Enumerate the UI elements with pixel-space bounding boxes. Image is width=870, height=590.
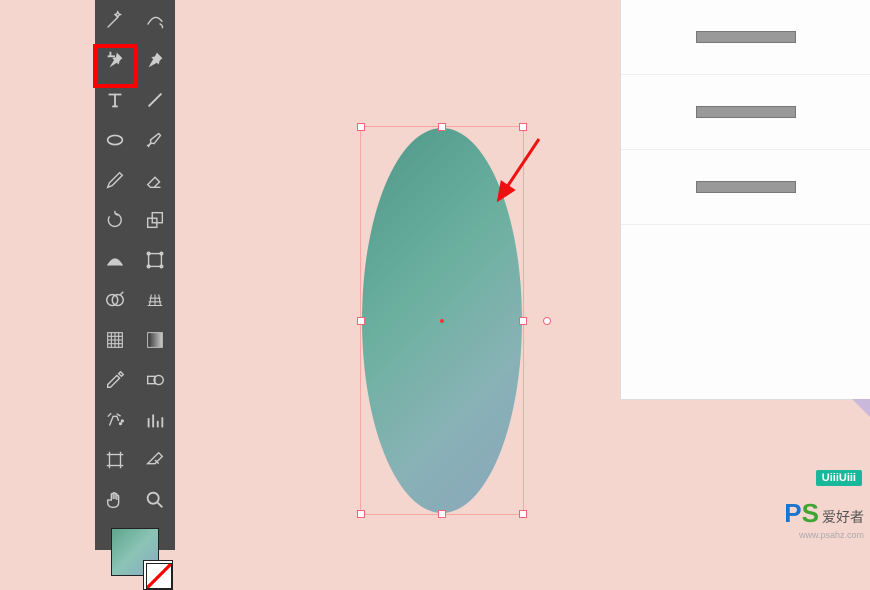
pie-handle[interactable]: [543, 317, 551, 325]
scale-tool[interactable]: [135, 200, 175, 240]
panel-row[interactable]: [621, 150, 870, 225]
handle-nw[interactable]: [357, 123, 365, 131]
handle-w[interactable]: [357, 317, 365, 325]
gradient-tool[interactable]: [135, 320, 175, 360]
type-tool[interactable]: [95, 80, 135, 120]
panel-row[interactable]: [621, 75, 870, 150]
add-anchor-point-tool[interactable]: [95, 40, 135, 80]
blend-tool[interactable]: [135, 360, 175, 400]
zoom-tool[interactable]: [135, 480, 175, 520]
handle-s[interactable]: [438, 510, 446, 518]
handle-sw[interactable]: [357, 510, 365, 518]
eraser-tool[interactable]: [135, 160, 175, 200]
stroke-swatch[interactable]: [143, 560, 173, 590]
artboard-tool[interactable]: [95, 440, 135, 480]
pen-tool[interactable]: [135, 40, 175, 80]
ellipse-tool[interactable]: [95, 120, 135, 160]
free-transform-tool[interactable]: [135, 240, 175, 280]
rotate-tool[interactable]: [95, 200, 135, 240]
fill-stroke-swatch[interactable]: [95, 528, 175, 582]
bounding-box: [360, 126, 524, 515]
panel-row[interactable]: [621, 0, 870, 75]
eyedropper-tool[interactable]: [95, 360, 135, 400]
resize-corner-icon: [852, 399, 870, 417]
center-point-icon: [440, 319, 444, 323]
handle-e[interactable]: [519, 317, 527, 325]
paintbrush-tool[interactable]: [135, 120, 175, 160]
watermark-site: PS 爱好者 www.psahz.com: [784, 498, 864, 542]
slice-tool[interactable]: [135, 440, 175, 480]
magic-wand-tool[interactable]: [95, 0, 135, 40]
line-segment-tool[interactable]: [135, 80, 175, 120]
handle-n[interactable]: [438, 123, 446, 131]
symbol-sprayer-tool[interactable]: [95, 400, 135, 440]
pencil-tool[interactable]: [95, 160, 135, 200]
toolbox: [95, 0, 175, 550]
shape-builder-tool[interactable]: [95, 280, 135, 320]
selected-shape[interactable]: [362, 128, 522, 513]
curvature-tool[interactable]: [135, 0, 175, 40]
handle-se[interactable]: [519, 510, 527, 518]
handle-ne[interactable]: [519, 123, 527, 131]
side-panel: [620, 0, 870, 400]
width-tool[interactable]: [95, 240, 135, 280]
mesh-tool[interactable]: [95, 320, 135, 360]
watermark-brand: UiiiUiii: [816, 470, 862, 486]
hand-tool[interactable]: [95, 480, 135, 520]
column-graph-tool[interactable]: [135, 400, 175, 440]
perspective-grid-tool[interactable]: [135, 280, 175, 320]
